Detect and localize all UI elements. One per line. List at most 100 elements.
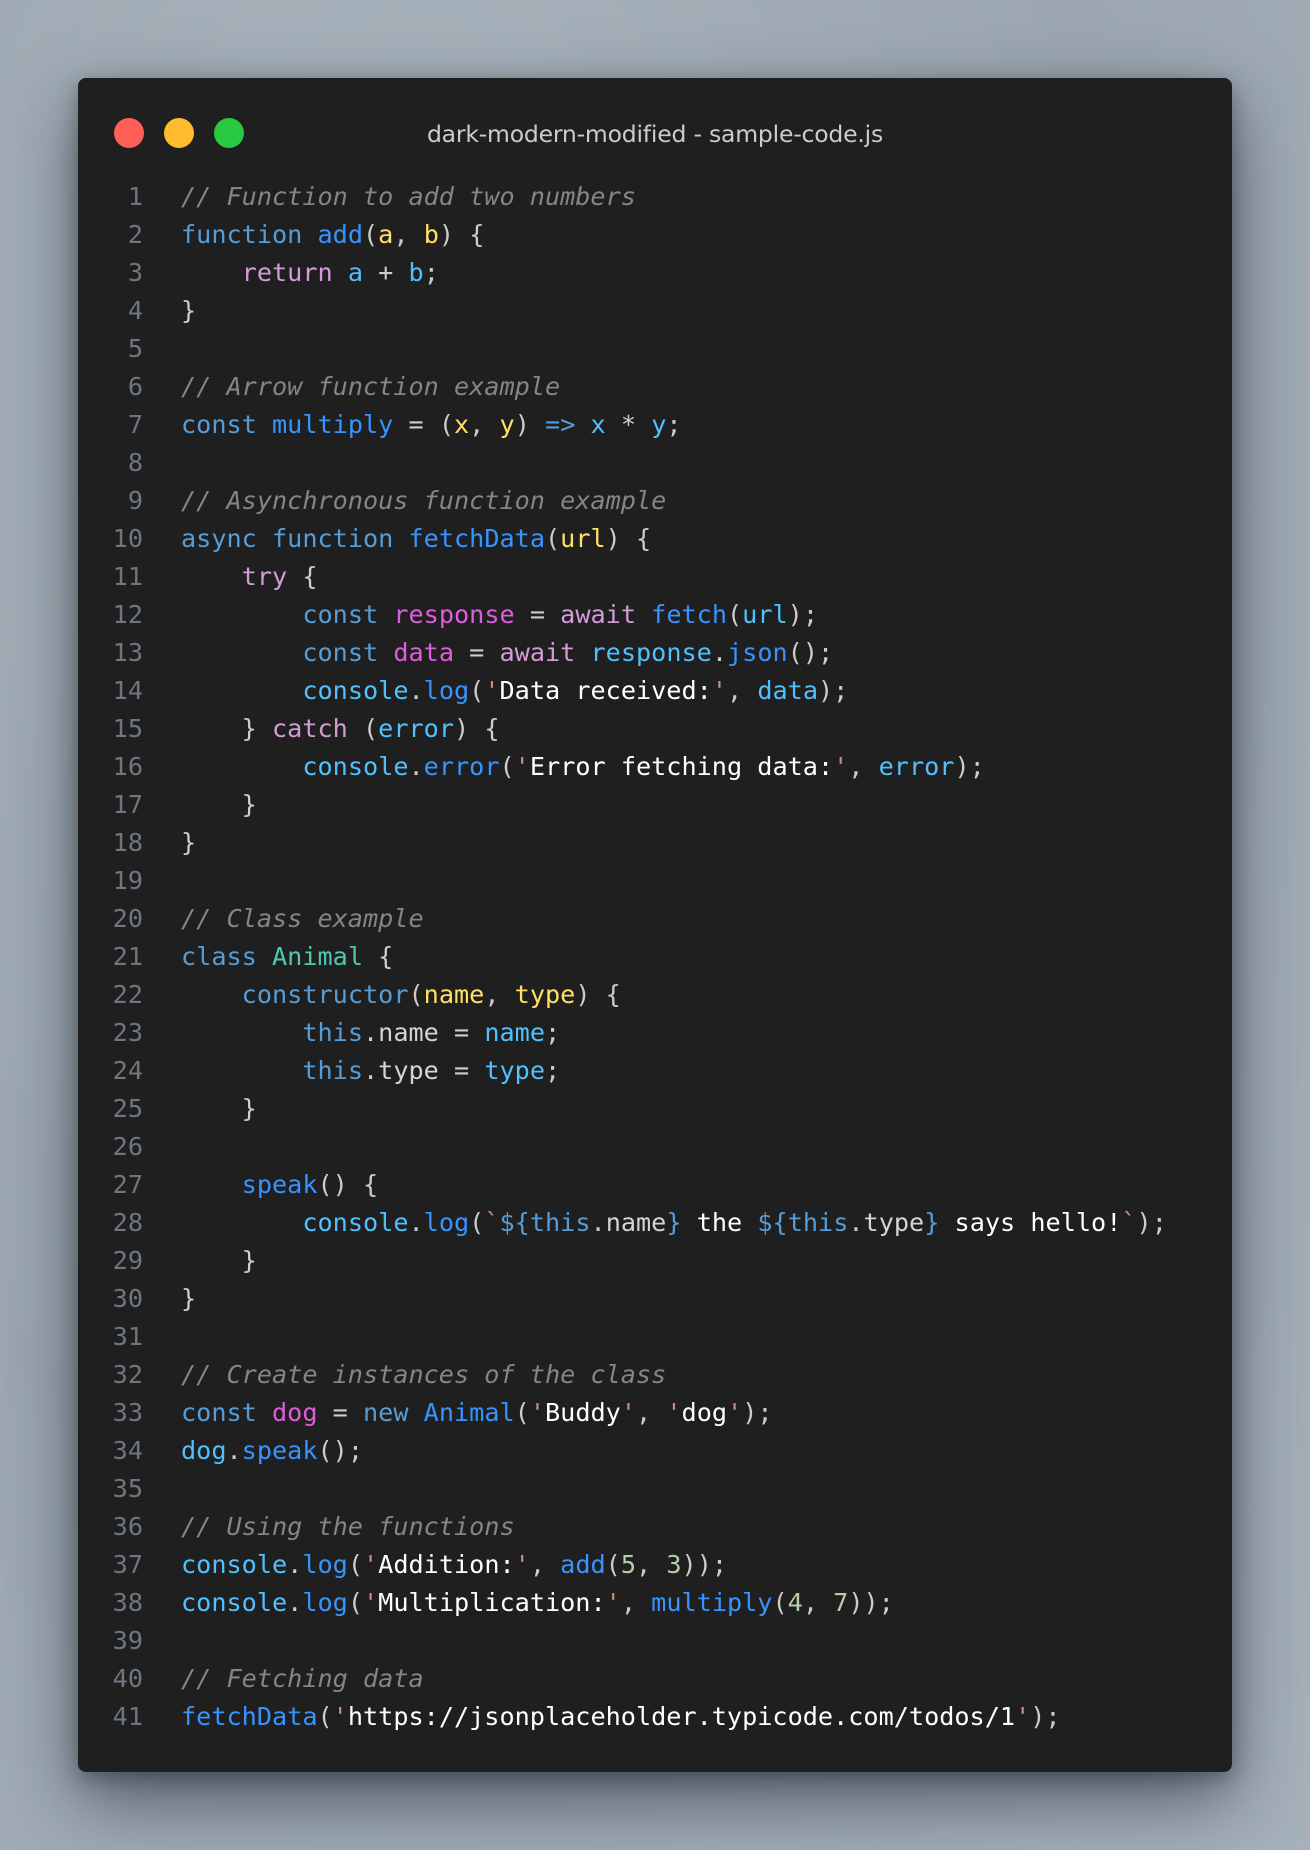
token-punct: (); xyxy=(787,638,834,667)
code-line: 23 this.name = name; xyxy=(78,1014,1232,1052)
token-param: type xyxy=(514,980,576,1009)
token-prop: name xyxy=(378,1018,439,1047)
token-punct xyxy=(181,752,302,781)
token-interp: } xyxy=(666,1208,682,1237)
token-func: multiply xyxy=(651,1588,773,1617)
token-punct xyxy=(181,1056,302,1085)
token-punct: = xyxy=(514,600,561,629)
token-comment: // Class example xyxy=(181,904,424,933)
token-keyword: class xyxy=(181,942,257,971)
token-punct: ; xyxy=(666,410,682,439)
token-quote: ' xyxy=(727,1398,743,1427)
line-source: } xyxy=(181,292,196,330)
token-punct xyxy=(575,638,590,667)
token-punct: } xyxy=(181,1284,197,1313)
token-control: try xyxy=(241,562,288,591)
token-punct: . xyxy=(408,676,424,705)
line-source: return a + b; xyxy=(181,254,439,292)
line-number: 9 xyxy=(127,486,143,515)
token-punct: . xyxy=(408,1208,424,1237)
token-keyword: const xyxy=(302,600,379,629)
token-func: fetchData xyxy=(408,524,545,553)
token-keyword: this xyxy=(529,1208,591,1237)
code-line: 20 // Class example xyxy=(78,900,1232,938)
code-line: 32 // Create instances of the class xyxy=(78,1356,1232,1394)
token-interp: } xyxy=(924,1208,940,1237)
line-number: 41 xyxy=(112,1702,143,1731)
token-punct xyxy=(181,600,302,629)
token-punct: ( xyxy=(347,714,379,743)
line-number: 12 xyxy=(112,600,143,629)
token-punct xyxy=(181,562,242,591)
code-window: dark-modern-modified - sample-code.js 1 /… xyxy=(78,78,1232,1772)
code-editor[interactable]: 1 // Function to add two numbers 2 function… xyxy=(78,178,1232,1736)
token-var: error xyxy=(378,714,454,743)
code-line: 4} xyxy=(78,292,1232,330)
token-quote: ' xyxy=(605,1588,621,1617)
line-number: 27 xyxy=(112,1170,143,1199)
token-number: 4 xyxy=(787,1588,803,1617)
line-number: 32 xyxy=(112,1360,143,1389)
token-punct: ( xyxy=(363,220,379,249)
token-punct: ( xyxy=(469,676,485,705)
token-quote: ' xyxy=(529,1398,546,1427)
token-func: fetch xyxy=(651,600,727,629)
token-punct: } xyxy=(181,1094,257,1123)
line-number: 14 xyxy=(112,676,143,705)
token-punct: (); xyxy=(317,1436,364,1465)
line-source: fetchData('https://jsonplaceholder.typic… xyxy=(181,1698,1061,1736)
token-control: await xyxy=(499,638,576,667)
token-string: Error fetching data: xyxy=(529,752,834,781)
code-line: 7 const multiply = (x, y) => x * y; xyxy=(78,406,1232,444)
line-source: const response = await fetch(url); xyxy=(181,596,818,634)
token-decl: data xyxy=(393,638,454,667)
token-punct: ); xyxy=(1136,1208,1167,1237)
token-punct xyxy=(378,600,393,629)
token-punct: = xyxy=(317,1398,363,1427)
token-keyword: const xyxy=(181,410,257,439)
token-keyword: this xyxy=(302,1056,363,1085)
token-param: url xyxy=(560,524,606,553)
token-punct: ( xyxy=(469,1208,485,1237)
token-keyword: => xyxy=(545,410,576,439)
token-func: Animal xyxy=(423,1398,515,1427)
line-source: console.log('Addition:', add(5, 3)); xyxy=(181,1546,727,1584)
token-func: log xyxy=(423,676,470,705)
token-punct: ; xyxy=(545,1018,561,1047)
line-number: 8 xyxy=(127,448,143,477)
code-line: 16 console.error('Error fetching data:',… xyxy=(78,748,1232,786)
line-number: 23 xyxy=(112,1018,143,1047)
token-punct: = xyxy=(438,1056,485,1085)
token-number: 3 xyxy=(666,1550,682,1579)
line-number: 11 xyxy=(112,562,143,591)
code-line: 34 dog.speak(); xyxy=(78,1432,1232,1470)
code-line: 13 const data = await response.json(); xyxy=(78,634,1232,672)
token-quote: ' xyxy=(332,1702,348,1731)
token-comment: // Arrow function example xyxy=(181,372,561,401)
code-line: 12 const response = await fetch(url); xyxy=(78,596,1232,634)
token-punct xyxy=(636,600,651,629)
token-comment: // Create instances of the class xyxy=(181,1360,667,1389)
token-keyword: const xyxy=(181,1398,257,1427)
token-punct: () { xyxy=(317,1170,379,1199)
line-source: this.name = name; xyxy=(181,1014,560,1052)
token-punct: } xyxy=(181,714,272,743)
line-source: } xyxy=(181,824,196,862)
token-punct: , xyxy=(484,980,515,1009)
code-line: 26 xyxy=(78,1128,1232,1166)
token-punct: , xyxy=(393,220,424,249)
token-punct: . xyxy=(363,1056,379,1085)
token-func: add xyxy=(560,1550,606,1579)
line-number: 24 xyxy=(112,1056,143,1085)
token-func: fetchData xyxy=(181,1702,318,1731)
line-source: class Animal { xyxy=(181,938,393,976)
token-punct xyxy=(181,980,242,1009)
line-source: } xyxy=(181,1242,257,1280)
token-quote: ` xyxy=(1121,1208,1137,1237)
token-var: dog xyxy=(181,1436,227,1465)
token-decl: response xyxy=(393,600,515,629)
line-source: const multiply = (x, y) => x * y; xyxy=(181,406,682,444)
code-line: 39 xyxy=(78,1622,1232,1660)
token-keyword: constructor xyxy=(241,980,409,1009)
token-punct: . xyxy=(408,752,424,781)
